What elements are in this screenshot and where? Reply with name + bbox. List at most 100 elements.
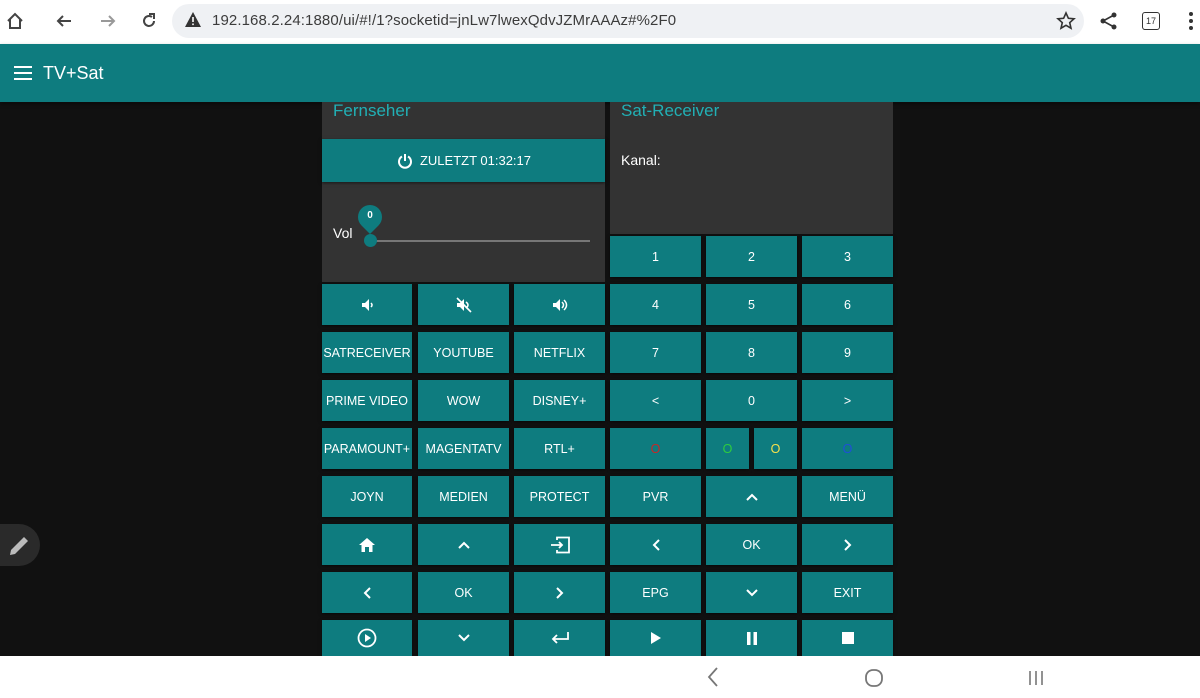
nav-recents-icon[interactable] [1027, 669, 1045, 691]
power-icon [397, 153, 412, 169]
tv-ok-button[interactable]: OK [418, 572, 509, 613]
sat-key-9[interactable]: 9 [802, 332, 893, 373]
edit-button[interactable] [0, 524, 40, 566]
sat-key-3[interactable]: 3 [802, 236, 893, 277]
sat-group: Sat-Receiver [610, 101, 893, 234]
rtl-button[interactable]: RTL+ [514, 428, 605, 469]
sat-stop-button[interactable] [802, 620, 893, 656]
mute-button[interactable] [418, 284, 509, 325]
sat-right-button[interactable] [802, 524, 893, 565]
sat-key-6[interactable]: 6 [802, 284, 893, 325]
paramount-button[interactable]: PARAMOUNT+ [322, 428, 412, 469]
tv-group-title: Fernseher [333, 101, 411, 120]
power-label: ZULETZT 01:32:17 [419, 153, 532, 168]
play-icon [650, 632, 661, 644]
tv-play-button[interactable] [322, 620, 412, 656]
sat-key-5[interactable]: 5 [706, 284, 797, 325]
tv-return-button[interactable] [514, 620, 605, 656]
share-icon[interactable] [1096, 8, 1122, 34]
chevron-right-icon [843, 538, 851, 551]
sat-yellow-button[interactable]: O [754, 428, 797, 469]
tv-power-button[interactable]: ZULETZT 01:32:17 [322, 139, 605, 182]
sat-down-button[interactable] [706, 572, 797, 613]
volume-down-button[interactable] [322, 284, 412, 325]
medien-button[interactable]: MEDIEN [418, 476, 509, 517]
sat-exit-button[interactable]: EXIT [802, 572, 893, 613]
warning-icon[interactable] [184, 11, 202, 29]
sat-pvr-button[interactable]: PVR [610, 476, 701, 517]
menu-icon[interactable] [14, 66, 32, 84]
sat-key-8[interactable]: 8 [706, 332, 797, 373]
chevron-left-icon [652, 538, 660, 551]
pause-icon [746, 631, 757, 645]
joyn-button[interactable]: JOYN [322, 476, 412, 517]
nav-back-icon[interactable] [706, 666, 720, 692]
chevron-up-icon [745, 493, 758, 501]
sat-pause-button[interactable] [706, 620, 797, 656]
sat-play-button[interactable] [610, 620, 701, 656]
tv-left-button[interactable] [322, 572, 412, 613]
sat-key-0[interactable]: 0 [706, 380, 797, 421]
chevron-up-icon [457, 541, 470, 549]
netflix-button[interactable]: NETFLIX [514, 332, 605, 373]
chevron-left-icon [363, 586, 371, 599]
home-icon [359, 537, 375, 552]
volume-value: 0 [367, 210, 373, 221]
kanal-label: Kanal: [621, 152, 661, 168]
stop-icon [841, 632, 854, 644]
tv-down-button[interactable] [418, 620, 509, 656]
sat-key-prev[interactable]: < [610, 380, 701, 421]
volume-down-icon [362, 298, 373, 311]
volume-slider-track[interactable] [370, 240, 590, 242]
mute-icon [455, 296, 472, 313]
sat-up-button[interactable] [706, 476, 797, 517]
tv-up-button[interactable] [418, 524, 509, 565]
address-bar[interactable]: 192.168.2.24:1880/ui/#!/1?socketid=jnLw7… [172, 4, 1084, 38]
system-nav-bar [0, 656, 1200, 698]
reload-icon[interactable] [136, 8, 162, 34]
tv-group: Fernseher [322, 101, 605, 282]
pencil-icon [10, 537, 28, 555]
browser-toolbar: 192.168.2.24:1880/ui/#!/1?socketid=jnLw7… [0, 0, 1200, 44]
star-icon[interactable] [1053, 8, 1079, 34]
chevron-right-icon [555, 586, 563, 599]
sat-key-4[interactable]: 4 [610, 284, 701, 325]
home-icon[interactable] [2, 8, 28, 34]
sat-epg-button[interactable]: EPG [610, 572, 701, 613]
more-icon[interactable] [1178, 8, 1200, 34]
sat-green-button[interactable]: O [706, 428, 749, 469]
sat-blue-button[interactable]: O [802, 428, 893, 469]
sat-group-title: Sat-Receiver [621, 101, 720, 120]
tv-right-button[interactable] [514, 572, 605, 613]
app-header: TV+Sat [0, 44, 1200, 102]
sat-key-7[interactable]: 7 [610, 332, 701, 373]
volume-slider-knob[interactable] [364, 234, 377, 247]
app-title: TV+Sat [43, 63, 104, 83]
back-icon[interactable] [51, 8, 77, 34]
sat-red-button[interactable]: O [610, 428, 701, 469]
input-icon [550, 536, 570, 553]
volume-label: Vol [333, 225, 353, 241]
magentatv-button[interactable]: MAGENTATV [418, 428, 509, 469]
protect-button[interactable]: PROTECT [514, 476, 605, 517]
sat-key-2[interactable]: 2 [706, 236, 797, 277]
forward-icon[interactable] [95, 8, 121, 34]
sat-menu-button[interactable]: MENÜ [802, 476, 893, 517]
tv-home-button[interactable] [322, 524, 412, 565]
play-circle-icon [357, 628, 377, 648]
disney-button[interactable]: DISNEY+ [514, 380, 605, 421]
sat-ok-button[interactable]: OK [706, 524, 797, 565]
tabs-icon[interactable]: 17 [1142, 12, 1160, 30]
satreceiver-button[interactable]: SATRECEIVER [322, 332, 412, 373]
sat-key-1[interactable]: 1 [610, 236, 701, 277]
sat-left-button[interactable] [610, 524, 701, 565]
wow-button[interactable]: WOW [418, 380, 509, 421]
sat-key-next[interactable]: > [802, 380, 893, 421]
volume-up-button[interactable] [514, 284, 605, 325]
youtube-button[interactable]: YOUTUBE [418, 332, 509, 373]
prime-video-button[interactable]: PRIME VIDEO [322, 380, 412, 421]
tv-input-button[interactable] [514, 524, 605, 565]
nav-home-icon[interactable] [864, 668, 884, 692]
url-text: 192.168.2.24:1880/ui/#!/1?socketid=jnLw7… [212, 12, 677, 29]
chevron-down-icon [457, 634, 470, 642]
